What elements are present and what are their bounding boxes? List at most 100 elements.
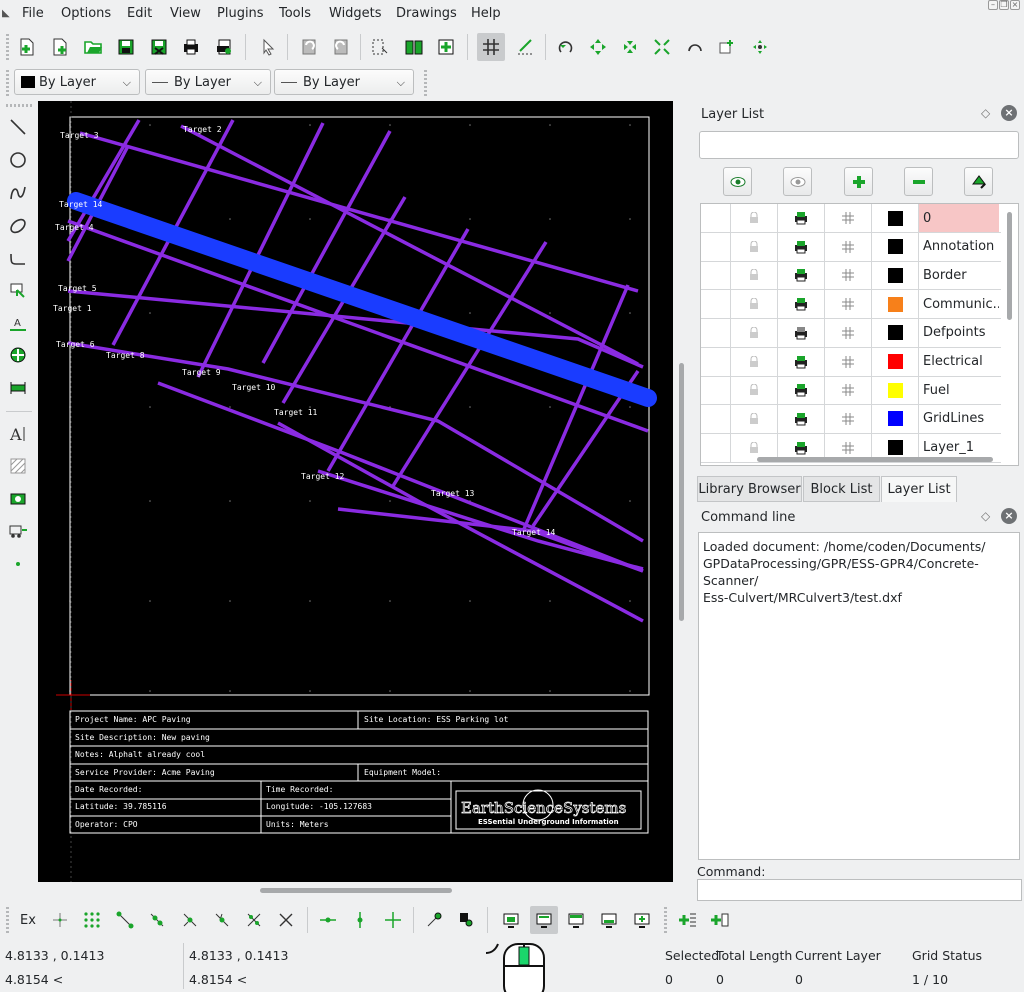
- undo-button[interactable]: [295, 33, 323, 61]
- save-as-button[interactable]: [145, 33, 173, 61]
- layer-color-cell[interactable]: [872, 232, 919, 261]
- restrict-vertical-button[interactable]: [346, 906, 374, 934]
- close-window-icon[interactable]: ×: [1010, 0, 1020, 10]
- layer-visibility-toggle[interactable]: [701, 376, 731, 405]
- pen-linetype-select[interactable]: By Layer ⌵: [274, 69, 414, 95]
- layer-filter-input[interactable]: [699, 131, 1019, 159]
- layer-visibility-toggle[interactable]: [701, 204, 731, 232]
- restrict-horizontal-button[interactable]: [314, 906, 342, 934]
- menu-file[interactable]: File: [22, 6, 44, 21]
- open-button[interactable]: [79, 33, 107, 61]
- snap-grid-button[interactable]: [78, 906, 106, 934]
- layer-visibility-toggle[interactable]: [701, 232, 731, 261]
- ellipse-tool-button[interactable]: [4, 212, 32, 240]
- remove-layer-button[interactable]: [904, 167, 933, 196]
- tab-library-browser[interactable]: Library Browser: [697, 476, 802, 502]
- select-window-button[interactable]: [366, 33, 394, 61]
- view-2-button[interactable]: [530, 906, 558, 934]
- layer-row[interactable]: GridLines: [701, 404, 1001, 434]
- layer-print-toggle[interactable]: [778, 204, 825, 232]
- close-dock-icon[interactable]: ×: [1001, 105, 1017, 121]
- snap-tool-button[interactable]: [4, 341, 32, 369]
- grid-toggle-button[interactable]: [477, 33, 505, 61]
- layer-table-hscroll[interactable]: [757, 457, 993, 462]
- layer-lock-toggle[interactable]: [731, 347, 778, 376]
- layer-construction-toggle[interactable]: [825, 204, 872, 232]
- layer-lock-toggle[interactable]: [731, 404, 778, 433]
- layer-construction-toggle[interactable]: [825, 290, 872, 319]
- layer-color-cell[interactable]: [872, 376, 919, 405]
- layer-color-cell[interactable]: [872, 347, 919, 376]
- zoom-window-button[interactable]: [713, 33, 741, 61]
- layer-color-cell[interactable]: [872, 318, 919, 347]
- polyline-tool-button[interactable]: [4, 244, 32, 272]
- menu-tools[interactable]: Tools: [279, 6, 311, 21]
- float-dock-icon[interactable]: ◇: [981, 509, 995, 523]
- layer-visibility-toggle[interactable]: [701, 290, 731, 319]
- snap-middle-button[interactable]: [208, 906, 236, 934]
- restore-icon[interactable]: ❐: [999, 0, 1009, 10]
- snap-on-entity-button[interactable]: [143, 906, 171, 934]
- new-template-button[interactable]: [46, 33, 74, 61]
- layer-print-toggle[interactable]: [778, 404, 825, 433]
- layer-row[interactable]: 0: [701, 204, 1001, 233]
- layer-row[interactable]: Defpoints: [701, 318, 1001, 348]
- hide-all-layers-button[interactable]: [783, 167, 812, 196]
- view-5-button[interactable]: [628, 906, 656, 934]
- layer-visibility-toggle[interactable]: [701, 404, 731, 433]
- menu-view[interactable]: View: [170, 6, 201, 21]
- layer-row[interactable]: Electrical: [701, 347, 1001, 377]
- layer-row[interactable]: Annotation: [701, 232, 1001, 262]
- add-ucs-button[interactable]: [706, 906, 734, 934]
- zoom-previous-button[interactable]: [681, 33, 709, 61]
- zoom-out-button[interactable]: [616, 33, 644, 61]
- exclusive-snap-button[interactable]: Ex: [14, 906, 42, 934]
- snap-free-button[interactable]: [46, 906, 74, 934]
- snap-distance-button[interactable]: [240, 906, 268, 934]
- view-4-button[interactable]: [595, 906, 623, 934]
- layer-row[interactable]: Border: [701, 261, 1001, 291]
- layer-color-cell[interactable]: [872, 204, 919, 232]
- redraw-button[interactable]: [552, 33, 580, 61]
- block-tool-button[interactable]: [4, 517, 32, 545]
- print-preview-button[interactable]: [210, 33, 238, 61]
- redo-button[interactable]: [327, 33, 355, 61]
- measure-tool-button[interactable]: [4, 374, 32, 402]
- scroll-thumb[interactable]: [679, 363, 684, 621]
- circle-tool-button[interactable]: [4, 146, 32, 174]
- point-tool-button[interactable]: [4, 550, 32, 578]
- canvas-horizontal-scrollbar[interactable]: [38, 883, 676, 897]
- float-dock-icon[interactable]: ◇: [981, 106, 995, 120]
- layer-construction-toggle[interactable]: [825, 261, 872, 290]
- view-1-button[interactable]: [497, 906, 525, 934]
- snap-toolbar-grip[interactable]: [6, 907, 9, 933]
- layer-construction-toggle[interactable]: [825, 347, 872, 376]
- view-3-button[interactable]: [562, 906, 590, 934]
- layer-print-toggle[interactable]: [778, 290, 825, 319]
- layer-row[interactable]: Communic...: [701, 290, 1001, 320]
- menu-widgets[interactable]: Widgets: [329, 6, 382, 21]
- text-tool-button[interactable]: A: [4, 420, 32, 448]
- menu-drawings[interactable]: Drawings: [396, 6, 457, 21]
- lock-relative-zero-button[interactable]: [452, 906, 480, 934]
- relative-zero-button[interactable]: [420, 906, 448, 934]
- layer-construction-toggle[interactable]: [825, 404, 872, 433]
- pen-width-select[interactable]: By Layer ⌵: [145, 69, 271, 95]
- layer-print-toggle[interactable]: [778, 232, 825, 261]
- layer-lock-toggle[interactable]: [731, 376, 778, 405]
- menu-edit[interactable]: Edit: [127, 6, 152, 21]
- scroll-thumb[interactable]: [260, 888, 452, 893]
- canvas-vertical-scrollbar[interactable]: [676, 101, 688, 882]
- zoom-auto-button[interactable]: [648, 33, 676, 61]
- drawing-canvas[interactable]: Target 3 Target 2 Target 14 Target 4 Tar…: [38, 101, 673, 882]
- layer-lock-toggle[interactable]: [731, 232, 778, 261]
- snap-center-button[interactable]: [176, 906, 204, 934]
- layer-color-cell[interactable]: [872, 290, 919, 319]
- block-add-button[interactable]: [432, 33, 460, 61]
- save-button[interactable]: [112, 33, 140, 61]
- hatch-tool-button[interactable]: [4, 452, 32, 480]
- snap-endpoint-button[interactable]: [111, 906, 139, 934]
- zoom-in-button[interactable]: [584, 33, 612, 61]
- layer-lock-toggle[interactable]: [731, 290, 778, 319]
- tab-block-list[interactable]: Block List: [803, 476, 880, 502]
